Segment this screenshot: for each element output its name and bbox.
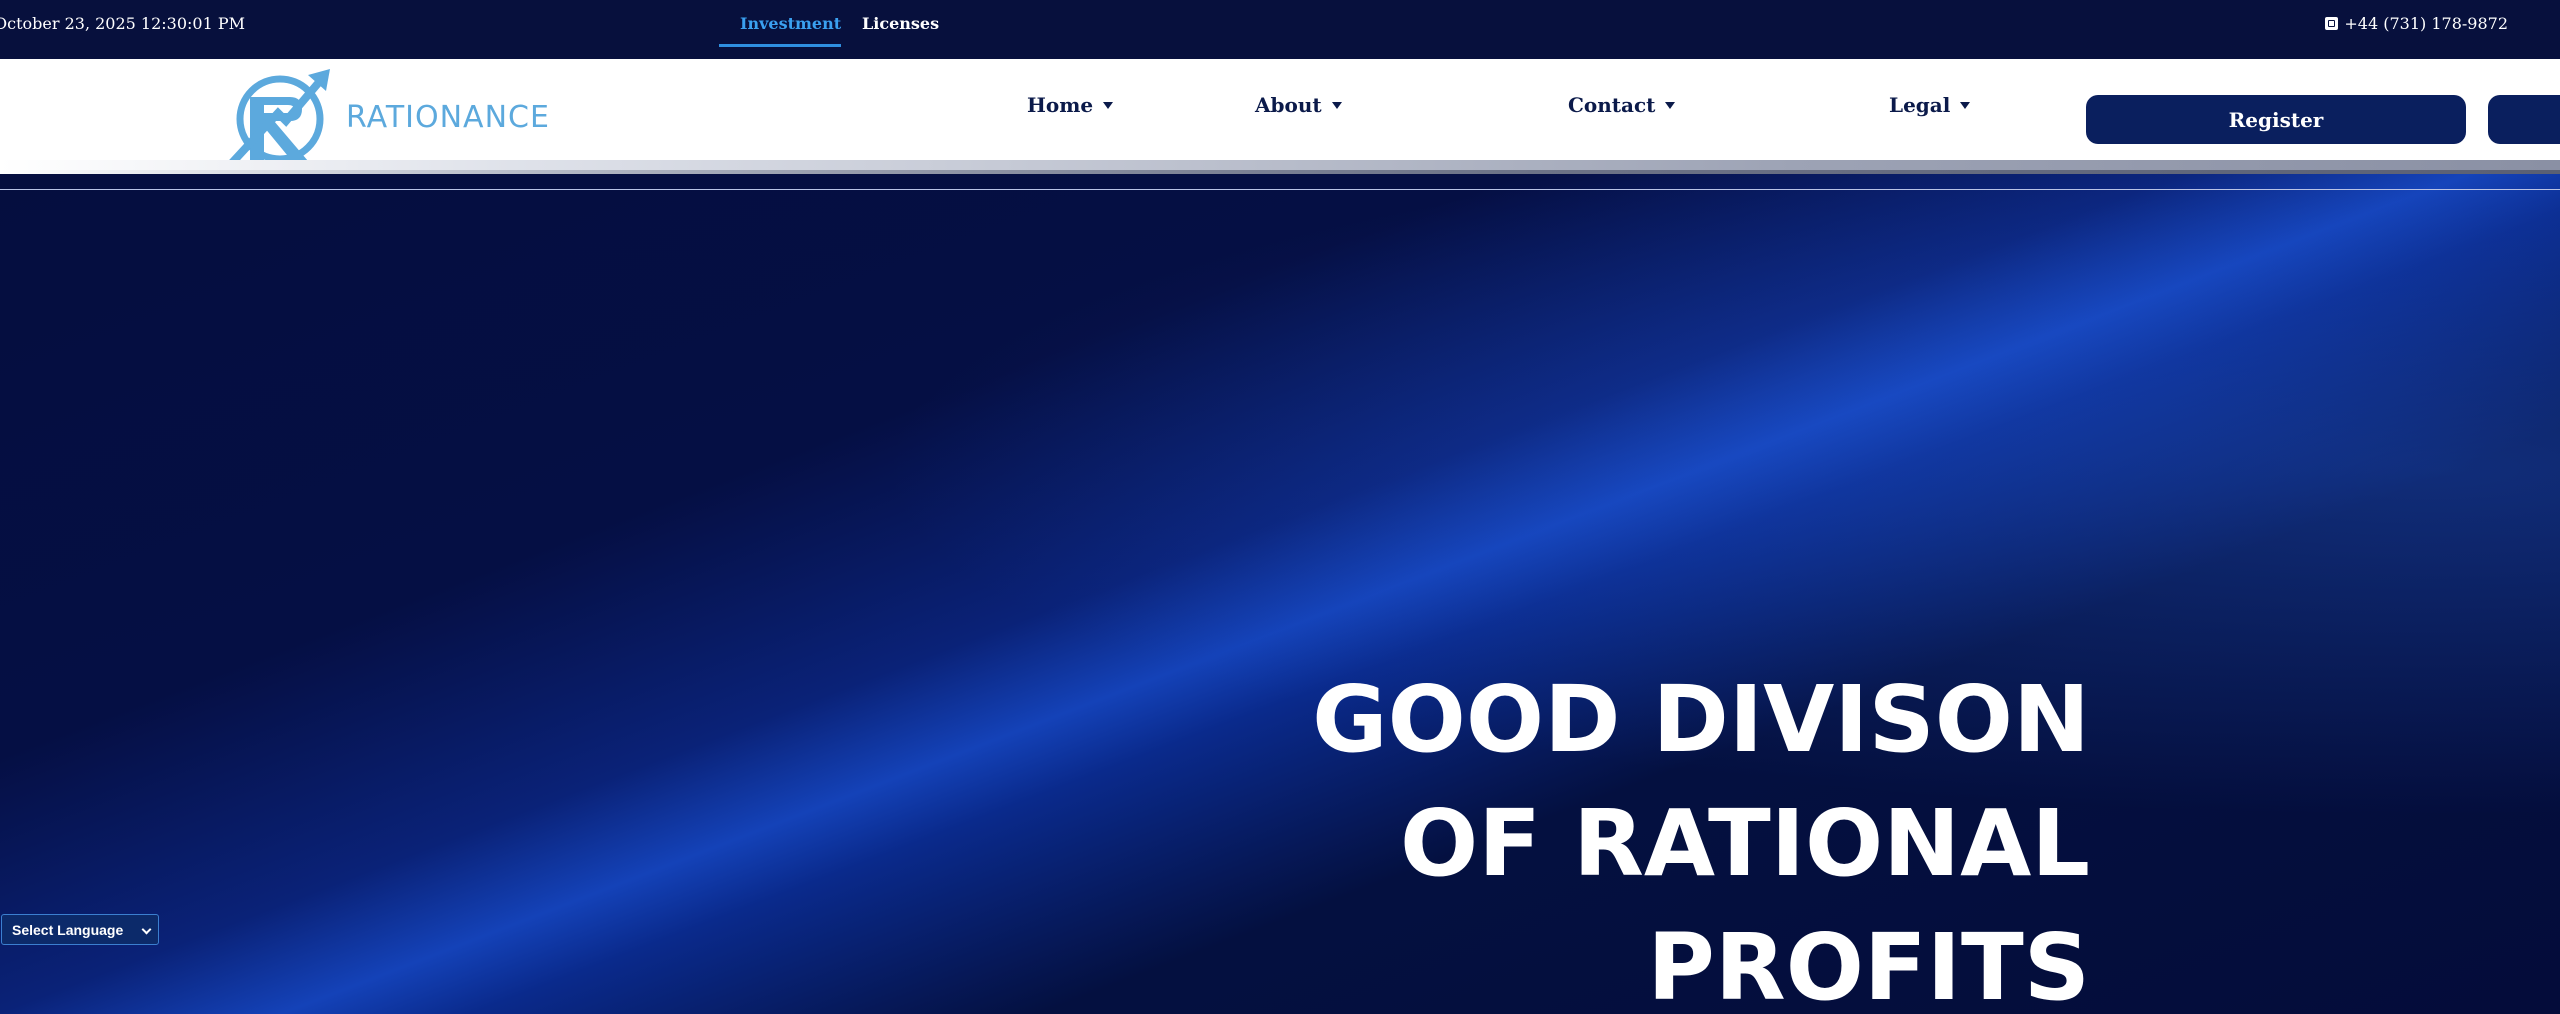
site-header: RATIONANCE Home About Contact Legal Regi… <box>0 59 2560 167</box>
language-select[interactable]: Select Language <box>1 914 159 945</box>
top-link-investment[interactable]: Investment <box>740 14 841 33</box>
hero-heading-line-3: PROFITS <box>1647 914 2090 1014</box>
login-button[interactable] <box>2488 95 2560 144</box>
caret-down-icon <box>1103 101 1114 109</box>
contact-phone[interactable]: +44 (731) 178-9872 <box>2325 14 2508 33</box>
caret-down-icon <box>1665 101 1676 109</box>
nav-about[interactable]: About <box>1255 93 1342 117</box>
nav-contact[interactable]: Contact <box>1568 93 1676 117</box>
caret-down-icon <box>1960 101 1971 109</box>
hero-heading-line-1: GOOD DIVISON <box>1312 666 2090 773</box>
site-logo[interactable]: RATIONANCE <box>228 67 550 167</box>
hero-glow <box>0 174 2560 1014</box>
active-link-underline <box>719 44 841 47</box>
hero-section: GOOD DIVISON OF RATIONAL PROFITS Select … <box>0 174 2560 1014</box>
caret-down-icon <box>1331 101 1342 109</box>
phone-icon <box>2325 17 2339 30</box>
hero-heading-line-2: OF RATIONAL <box>1400 790 2090 897</box>
nav-legal[interactable]: Legal <box>1889 93 1971 117</box>
top-bar: October 23, 2025 12:30:01 PM Investment … <box>0 0 2560 59</box>
language-select-label: Select Language <box>12 921 124 938</box>
chevron-down-icon <box>141 924 152 935</box>
nav-about-label: About <box>1255 93 1322 117</box>
phone-number: +44 (731) 178-9872 <box>2344 14 2508 33</box>
nav-legal-label: Legal <box>1889 93 1951 117</box>
logo-text: RATIONANCE <box>346 99 550 135</box>
register-button[interactable]: Register <box>2086 95 2466 144</box>
hero-divider-line <box>0 189 2560 190</box>
rationance-logo-icon <box>228 69 330 167</box>
current-datetime: October 23, 2025 12:30:01 PM <box>0 14 246 33</box>
nav-home-label: Home <box>1027 93 1094 117</box>
nav-contact-label: Contact <box>1568 93 1656 117</box>
top-link-licenses[interactable]: Licenses <box>862 14 939 33</box>
nav-home[interactable]: Home <box>1027 93 1114 117</box>
hero-heading: GOOD DIVISON OF RATIONAL PROFITS <box>1312 658 2090 1014</box>
